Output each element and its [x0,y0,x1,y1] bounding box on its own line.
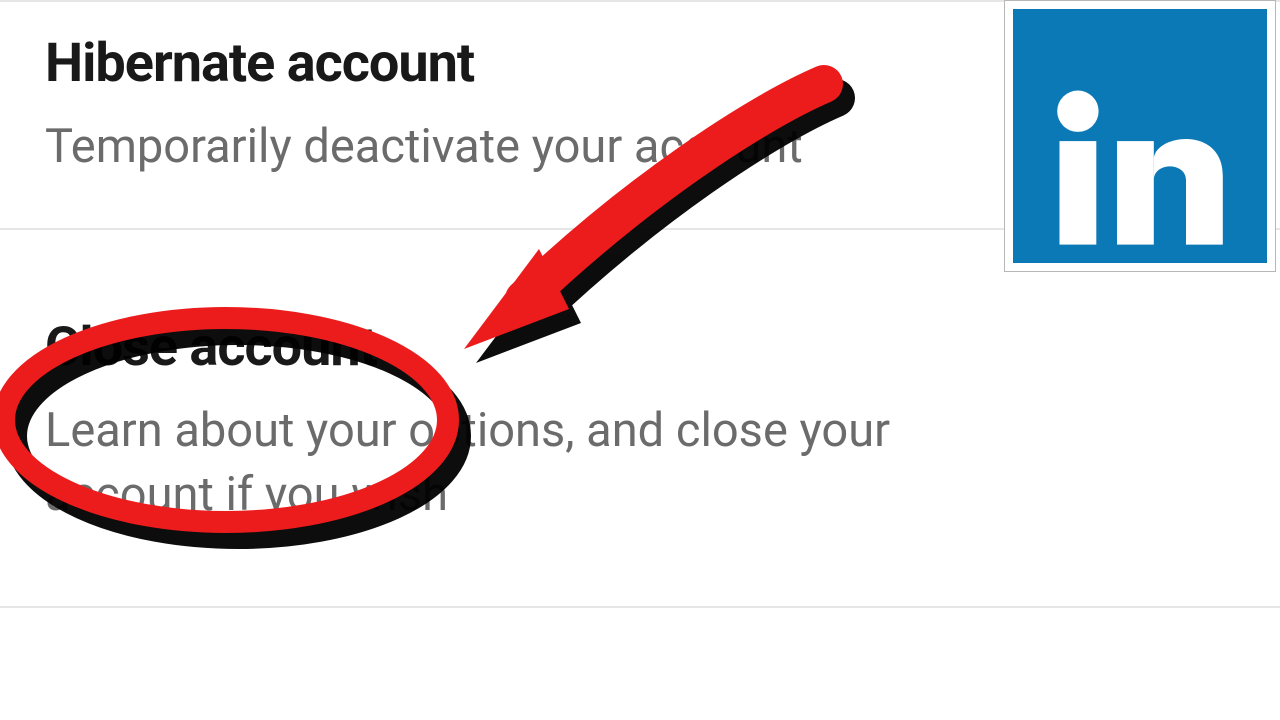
hibernate-description: Temporarily deactivate your account [45,115,1065,178]
linkedin-logo [1004,0,1276,272]
close-description: Learn about your options, and close your… [45,399,1065,526]
linkedin-icon [1013,9,1267,263]
close-account-option[interactable]: Close account Learn about your options, … [0,230,1280,608]
settings-screenshot: Hibernate account Temporarily deactivate… [0,0,1280,720]
close-title: Close account [45,316,1235,379]
